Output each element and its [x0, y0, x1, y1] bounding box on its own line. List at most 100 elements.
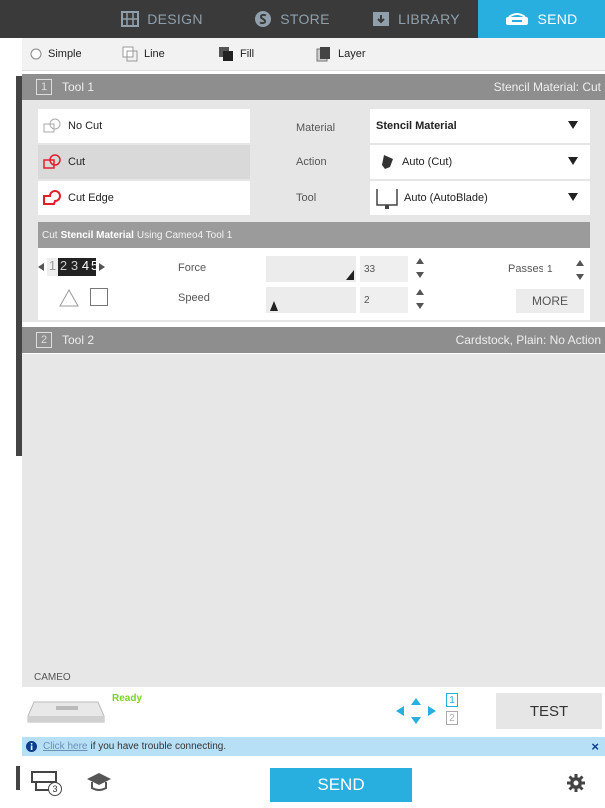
- tab-send[interactable]: SEND: [478, 0, 605, 38]
- force-stepper-icon[interactable]: [416, 258, 424, 278]
- chevron-down-icon: [568, 121, 578, 129]
- blade-checkbox[interactable]: [90, 288, 108, 306]
- cut-using-material: Stencil Material: [60, 229, 134, 241]
- test-button[interactable]: TEST: [496, 693, 602, 729]
- mode-fill-label: Fill: [240, 48, 255, 60]
- tab-store-label: STORE: [280, 11, 330, 27]
- passes-input[interactable]: 1: [543, 258, 567, 280]
- cut-option-label: Cut: [68, 156, 86, 168]
- mode-layer-label: Layer: [338, 48, 366, 60]
- cut-edge-icon: [43, 190, 61, 205]
- blade-depth-selector[interactable]: 1 2 3 4 5: [38, 258, 130, 276]
- speed-value: 2: [364, 294, 370, 306]
- close-icon[interactable]: ×: [591, 739, 599, 754]
- speed-slider[interactable]: [266, 287, 356, 313]
- tool-2-header[interactable]: 2 Tool 2 Cardstock, Plain: No Action: [22, 327, 605, 353]
- chevron-down-icon: [568, 157, 578, 165]
- blade-digit: 1: [47, 258, 58, 276]
- cut-option-cut-edge[interactable]: Cut Edge: [38, 181, 250, 215]
- mode-line-label: Line: [144, 48, 165, 60]
- line-icon: [122, 46, 138, 62]
- passes-label: Passes: [508, 263, 545, 275]
- tool-label: Tool: [296, 192, 317, 204]
- left-window-edge: [0, 38, 22, 808]
- blade-digit: 5: [91, 258, 96, 273]
- tool-1-summary: Stencil Material: Cut: [493, 80, 601, 94]
- mode-fill[interactable]: Fill: [218, 38, 254, 70]
- no-cut-icon: [43, 118, 61, 133]
- speed-label: Speed: [178, 292, 210, 304]
- chevron-down-icon: [568, 193, 578, 201]
- cut-option-no-cut[interactable]: No Cut: [38, 109, 250, 143]
- mode-simple-label: Simple: [48, 48, 82, 60]
- passes-stepper-icon[interactable]: [576, 260, 584, 280]
- send-mode-bar: [22, 38, 605, 71]
- device-section-label: CAMEO: [22, 667, 605, 687]
- more-button-label: MORE: [532, 294, 568, 308]
- cut-option-label: Cut Edge: [68, 192, 114, 204]
- speed-slider-thumb[interactable]: [270, 301, 278, 311]
- cut-icon: [43, 154, 61, 169]
- force-slider[interactable]: [266, 256, 356, 282]
- device-status: Ready: [112, 693, 143, 704]
- action-dropdown[interactable]: Auto (Cut): [370, 145, 590, 179]
- blade-triangle-icon: [59, 288, 79, 307]
- library-icon: [373, 12, 390, 26]
- material-dropdown[interactable]: Stencil Material: [370, 109, 590, 143]
- radio-icon: [30, 48, 42, 60]
- tool-2-number: 2: [36, 332, 52, 348]
- send-button-label: SEND: [317, 775, 365, 794]
- tool-slot-2[interactable]: 2: [446, 711, 458, 725]
- store-s-icon: [255, 11, 272, 27]
- cut-option-cut[interactable]: Cut: [38, 145, 250, 179]
- action-value: Auto (Cut): [402, 156, 453, 168]
- move-arrows-icon[interactable]: [396, 698, 436, 724]
- cut-using-prefix: Cut: [42, 229, 58, 241]
- force-label: Force: [178, 262, 207, 274]
- tool-2-summary: Cardstock, Plain: No Action: [455, 333, 601, 347]
- blade-digit: 3: [70, 258, 79, 273]
- badge-count: 3: [52, 784, 58, 794]
- tool-slot-1[interactable]: 1: [446, 693, 458, 707]
- force-slider-thumb[interactable]: [346, 270, 354, 280]
- speed-input[interactable]: 2: [360, 287, 408, 313]
- design-grid-icon: [121, 11, 140, 27]
- tool-1-name: Tool 1: [62, 80, 95, 94]
- more-button[interactable]: MORE: [516, 289, 584, 313]
- mode-layer[interactable]: Layer: [316, 38, 366, 70]
- mode-simple[interactable]: Simple: [30, 38, 82, 70]
- tab-design[interactable]: DESIGN: [100, 0, 224, 38]
- action-label: Action: [296, 156, 327, 168]
- test-button-label: TEST: [529, 702, 569, 720]
- mode-line[interactable]: Line: [122, 38, 165, 70]
- material-value: Stencil Material: [376, 120, 457, 132]
- gear-icon[interactable]: [566, 773, 586, 793]
- click-here-link[interactable]: Click here: [43, 741, 87, 752]
- notification-badge: 3: [48, 782, 62, 796]
- connection-info-bar: Click here if you have trouble connectin…: [22, 737, 605, 756]
- cut-using-banner: Cut Stencil Material Using Cameo4 Tool 1: [38, 222, 590, 248]
- cut-option-label: No Cut: [68, 120, 103, 132]
- send-machine-icon: [506, 13, 529, 25]
- cameo-machine-icon[interactable]: [26, 696, 106, 726]
- force-input[interactable]: 33: [360, 256, 408, 282]
- arrow-right-icon: [99, 263, 105, 271]
- window-edge: [16, 766, 20, 790]
- empty-panel-area: [22, 354, 605, 667]
- autoblade-icon: [376, 189, 398, 209]
- tab-store[interactable]: STORE: [236, 0, 348, 38]
- tool-slot-label: 1: [449, 694, 455, 706]
- tab-library[interactable]: LIBRARY: [356, 0, 476, 38]
- tool-dropdown[interactable]: Auto (AutoBlade): [370, 181, 590, 215]
- tool-slot-label: 2: [449, 712, 455, 724]
- tool-1-header[interactable]: 1 Tool 1 Stencil Material: Cut: [22, 74, 605, 100]
- speed-stepper-icon[interactable]: [416, 289, 424, 309]
- blade-digit: 2: [59, 258, 68, 273]
- tool-value: Auto (AutoBlade): [404, 192, 488, 204]
- graduation-cap-icon[interactable]: [86, 772, 112, 794]
- info-text: if you have trouble connecting.: [90, 741, 227, 752]
- send-button[interactable]: SEND: [270, 768, 412, 802]
- layer-icon: [316, 47, 330, 62]
- blade-digit: 4: [81, 258, 90, 273]
- tool-2-name: Tool 2: [62, 333, 95, 347]
